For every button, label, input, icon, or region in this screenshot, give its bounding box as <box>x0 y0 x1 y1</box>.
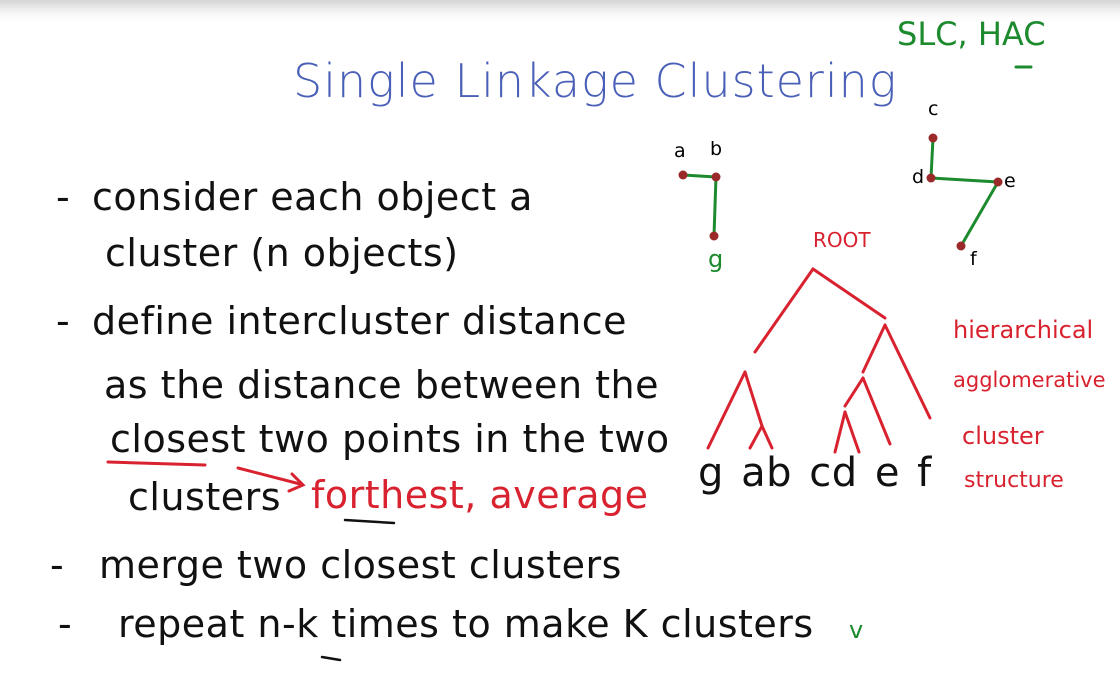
side-note-line-4: structure <box>964 468 1064 493</box>
forthest-underline <box>343 518 396 525</box>
page-title: Single Linkage Clustering <box>293 54 898 108</box>
node-g <box>709 231 719 241</box>
label-e: e <box>1004 170 1016 192</box>
side-note-line-2: agglomerative <box>953 368 1106 392</box>
bullet-dash-2: - <box>56 299 71 343</box>
label-f: f <box>970 248 977 270</box>
graph-abg <box>681 173 718 238</box>
bullet-dash-3: - <box>50 543 65 587</box>
side-note-line-1: hierarchical <box>953 316 1094 344</box>
right-node-to-cde <box>861 323 887 374</box>
cde-to-cd <box>843 376 865 408</box>
ab-branch-b <box>760 424 774 450</box>
right-node-to-f <box>883 323 932 420</box>
node-e <box>993 177 1003 187</box>
edge-a-b <box>681 173 718 179</box>
corner-note: SLC, HAC <box>897 15 1046 53</box>
bullet-4-line-1: repeat n-k times to make K clusters <box>118 602 814 646</box>
label-c: c <box>928 98 939 120</box>
side-note-line-3: cluster <box>962 422 1044 450</box>
label-b: b <box>710 138 723 160</box>
bullet-1-line-1: consider each object a <box>92 175 533 219</box>
label-g: g <box>708 245 724 273</box>
bullet-dash-4: - <box>58 602 73 646</box>
node-a <box>678 170 688 180</box>
node-d <box>926 173 936 183</box>
alt-linkages: forthest, average <box>311 473 649 517</box>
edge-e-f <box>959 180 1000 248</box>
bullet-3-line-1: merge two closest clusters <box>99 543 622 587</box>
node-b <box>711 172 721 182</box>
bullet-2-line-3: closest two points in the two <box>110 417 670 461</box>
graph-cdef <box>929 136 1000 248</box>
edge-b-g <box>712 175 718 238</box>
dendrogram-root-label: ROOT <box>813 228 871 252</box>
root-left-branch <box>753 267 815 354</box>
edge-c-d <box>929 136 935 180</box>
cd-branch-d <box>843 410 861 454</box>
label-a: a <box>674 140 686 162</box>
closest-underline <box>106 460 207 467</box>
whiteboard-canvas: Single Linkage Clustering SLC, HAC - con… <box>0 0 1120 686</box>
dendrogram-leaves: g ab cd e f <box>698 450 932 496</box>
ab-branch-a <box>748 424 764 450</box>
bullet-2-line-2: as the distance between the <box>104 363 659 407</box>
edge-d-e <box>929 176 1000 184</box>
bullet-dash-1: - <box>56 175 71 219</box>
bullet-2-line-4: clusters <box>128 475 282 519</box>
node-f <box>956 241 966 251</box>
left-node-to-g <box>706 370 747 450</box>
node-c <box>928 133 938 143</box>
dendrogram-lines <box>706 267 932 454</box>
k-underline <box>320 655 342 662</box>
cd-branch-c <box>833 410 847 454</box>
left-node-to-ab <box>743 370 764 428</box>
bullet-1-line-2: cluster (n objects) <box>105 231 459 275</box>
bullet-2-line-1: define intercluster distance <box>92 299 628 343</box>
root-right-branch <box>811 267 887 320</box>
cde-to-e <box>861 376 892 446</box>
label-d: d <box>912 166 925 188</box>
checkmark: v <box>849 616 864 644</box>
